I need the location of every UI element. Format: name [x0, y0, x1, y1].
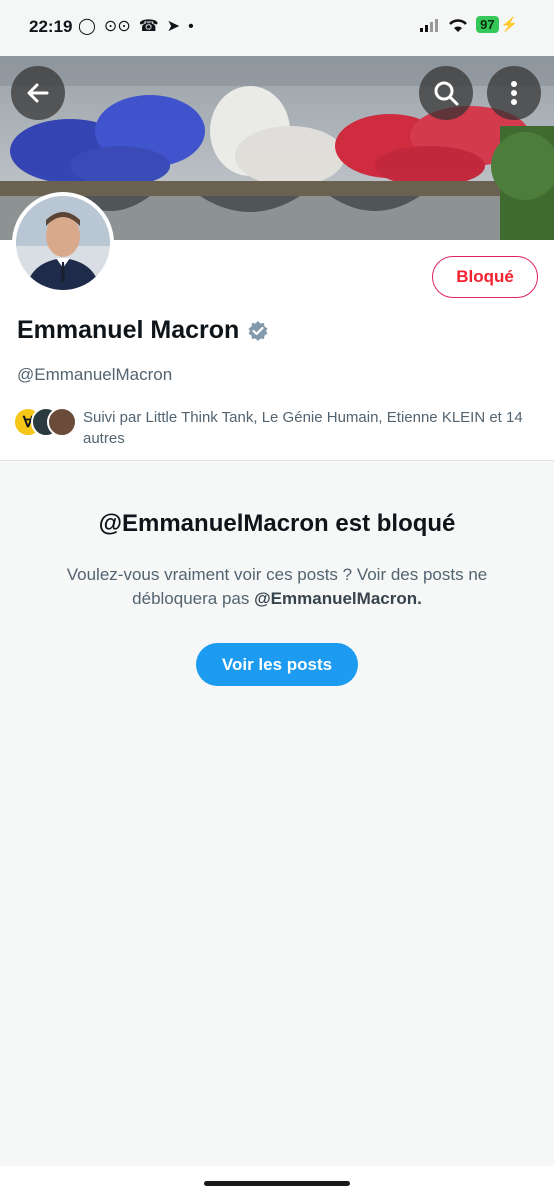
search-icon	[434, 81, 459, 106]
back-arrow-icon	[27, 83, 49, 103]
charging-icon: ⚡	[500, 16, 518, 32]
back-button[interactable]	[11, 66, 65, 120]
status-time: 22:19	[29, 17, 73, 36]
more-options-button[interactable]	[487, 66, 541, 120]
profile-name-text: Emmanuel Macron	[17, 316, 240, 344]
missed-call-icon: ☎	[138, 18, 159, 35]
home-indicator[interactable]	[204, 1181, 350, 1186]
profile-handle: @EmmanuelMacron	[17, 365, 173, 384]
followed-by-text: Suivi par Little Think Tank, Le Génie Hu…	[83, 409, 523, 447]
follower-avatars: ∀	[13, 407, 77, 437]
telegram-icon: ➤	[166, 18, 181, 35]
profile-name: Emmanuel Macron	[17, 316, 269, 345]
battery-level: 97	[476, 16, 499, 33]
verified-badge-icon[interactable]	[247, 320, 269, 342]
wifi-icon	[449, 18, 468, 32]
more-vertical-icon	[511, 81, 517, 105]
followed-by[interactable]: ∀ Suivi par Little Think Tank, Le Génie …	[13, 407, 543, 449]
dot-icon: •	[188, 18, 194, 35]
blocked-title: @EmmanuelMacron est bloqué	[98, 510, 456, 537]
status-notification-icons: ◯ ⊙⊙ ☎ ➤ •	[78, 16, 194, 38]
status-right: 97 ⚡	[420, 16, 518, 33]
status-bar: 22:19 ◯ ⊙⊙ ☎ ➤ • 97 ⚡	[0, 0, 554, 56]
voicemail-icon: ⊙⊙	[103, 18, 131, 35]
signal-icon	[420, 18, 439, 32]
blocked-button[interactable]: Bloqué	[432, 256, 538, 298]
avatar[interactable]	[12, 192, 114, 294]
view-posts-button[interactable]: Voir les posts	[196, 643, 358, 686]
follower-avatar	[47, 407, 77, 437]
whatsapp-icon: ◯	[78, 18, 96, 35]
search-button[interactable]	[419, 66, 473, 120]
blocked-description: Voulez-vous vraiment voir ces posts ? Vo…	[30, 563, 524, 611]
blocked-description-handle: @EmmanuelMacron.	[254, 589, 422, 608]
